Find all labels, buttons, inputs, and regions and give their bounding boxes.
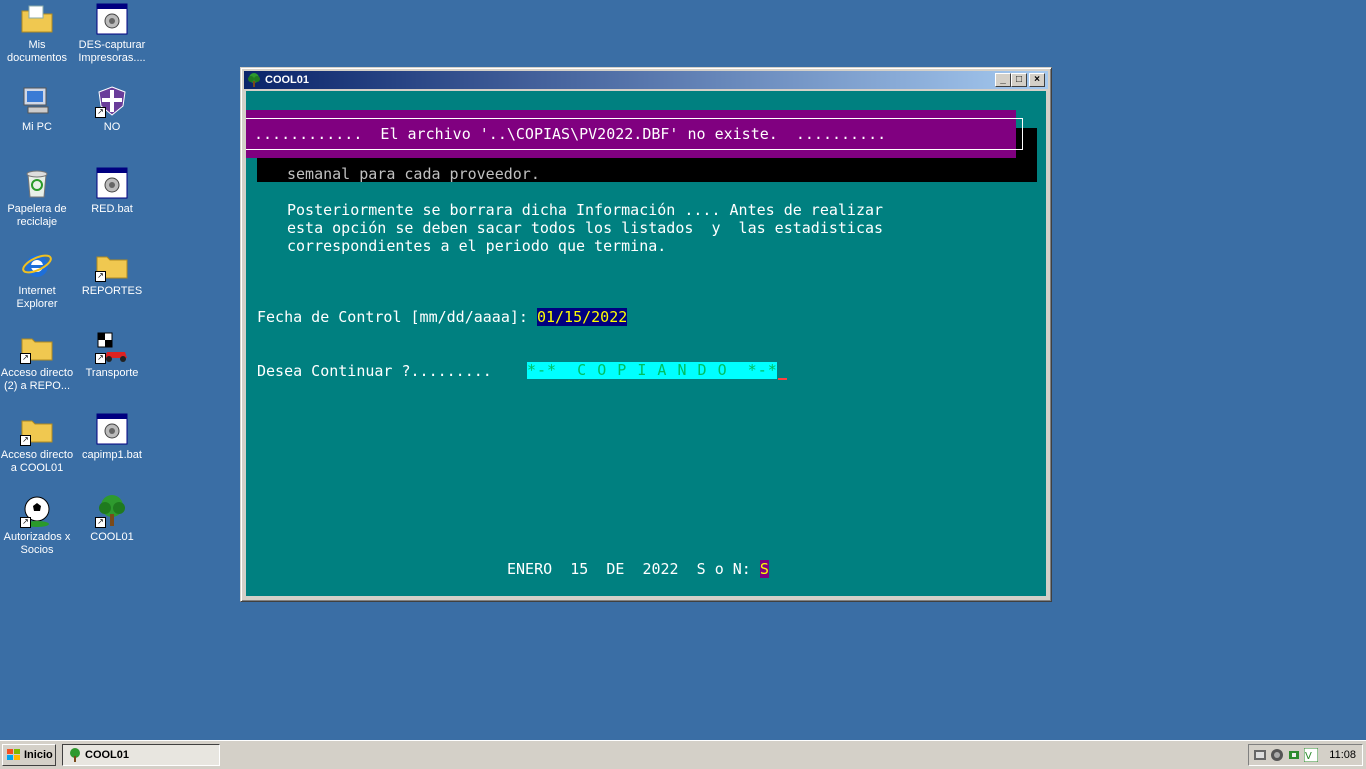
desea-label: Desea Continuar ?......... [257, 362, 492, 380]
desktop-icon[interactable]: ↗ Transporte [75, 330, 149, 380]
antivirus-icon[interactable] [1270, 748, 1284, 762]
desktop-icon-label: DES-capturar Impresoras.... [78, 39, 146, 64]
network-icon[interactable] [1287, 748, 1301, 762]
window-title: COOL01 [265, 74, 310, 86]
batch-file-icon [95, 2, 129, 36]
semanal-line: semanal para cada proveedor. [287, 165, 540, 183]
error-message: ............ El archivo '..\COPIAS\PV202… [246, 118, 1023, 150]
start-button[interactable]: Inicio [2, 744, 56, 766]
system-tray: V 11:08 [1248, 744, 1363, 766]
tree-icon [70, 748, 80, 762]
son-answer-input[interactable]: S [759, 560, 769, 578]
race-car-icon: ↗ [95, 330, 129, 364]
desktop-icon-label: NO [103, 121, 121, 133]
status-row: ENERO 15 DE 2022 S o N: S [507, 560, 769, 578]
error-dialog: ............ El archivo '..\COPIAS\PV202… [246, 110, 1023, 158]
recycle-bin-icon [20, 166, 54, 200]
copiando-status: *-* C O P I A N D O *-* [527, 361, 778, 379]
paragraph-line-2: esta opción se deben sacar todos los lis… [287, 219, 884, 237]
vmware-icon[interactable] [1253, 748, 1267, 762]
folder-shortcut-icon: ↗ [95, 248, 129, 282]
paragraph-line-3: correspondientes a el periodo que termin… [287, 237, 667, 255]
desktop-icon[interactable]: ↗ COOL01 [75, 494, 149, 544]
desktop-icon-label: RED.bat [91, 203, 133, 215]
folder-shortcut-icon: ↗ [20, 412, 54, 446]
desktop-icon[interactable]: RED.bat [75, 166, 149, 216]
desktop-icon[interactable]: ↗ NO [75, 84, 149, 134]
shortcut-arrow-icon: ↗ [20, 353, 31, 364]
shortcut-arrow-icon: ↗ [95, 271, 106, 282]
desktop-icon[interactable]: capimp1.bat [75, 412, 149, 462]
desktop-icon[interactable]: DES-capturar Impresoras.... [75, 2, 149, 65]
console-screen[interactable]: ............ El archivo '..\COPIAS\PV202… [246, 91, 1046, 596]
fecha-input[interactable]: 01/15/2022 [536, 308, 628, 326]
shortcut-arrow-icon: ↗ [20, 435, 31, 446]
text-cursor [778, 378, 787, 380]
shortcut-arrow-icon: ↗ [95, 517, 106, 528]
desktop-icon-label: Acceso directo a COOL01 [0, 449, 74, 474]
batch-file-icon [95, 412, 129, 446]
taskbar-item-label: COOL01 [85, 749, 130, 761]
desktop-icon-label: Mi PC [22, 121, 52, 133]
computer-icon [20, 84, 54, 118]
svg-text:V: V [1305, 751, 1312, 762]
paragraph-line-1: Posteriormente se borrara dicha Informac… [287, 201, 884, 219]
soccer-ball-icon: ↗ [20, 494, 54, 528]
minimize-button[interactable]: _ [995, 73, 1011, 87]
cool01-window[interactable]: COOL01 _ □ × ............ El archivo '..… [240, 67, 1052, 602]
internet-explorer-icon [20, 248, 54, 282]
desktop-icon-label: Papelera de reciclaje [7, 203, 67, 228]
folder-documents-icon [20, 2, 54, 36]
windows-logo-icon [7, 749, 20, 760]
v2-icon[interactable]: V [1304, 748, 1318, 762]
desktop-icon[interactable]: Mi PC [0, 84, 74, 134]
shortcut-arrow-icon: ↗ [20, 517, 31, 528]
clock: 11:08 [1329, 749, 1356, 761]
desktop-icon[interactable]: ↗ Autorizados x Socios [0, 494, 74, 557]
desktop-icon-label: Transporte [85, 367, 139, 379]
desktop-icon-label: Internet Explorer [16, 285, 58, 310]
status-date: ENERO 15 DE 2022 S o N: [507, 560, 760, 578]
desktop-icon[interactable]: ↗ REPORTES [75, 248, 149, 298]
fecha-label: Fecha de Control [mm/dd/aaaa]: [257, 308, 537, 326]
desktop-icon[interactable]: Mis documentos [0, 2, 74, 65]
desktop-icon-label: COOL01 [90, 531, 134, 543]
shortcut-arrow-icon: ↗ [95, 353, 106, 364]
desktop-icon-label: Acceso directo (2) a REPO... [0, 367, 74, 392]
maximize-button[interactable]: □ [1011, 73, 1027, 87]
folder-shortcut-icon: ↗ [20, 330, 54, 364]
taskbar: Inicio COOL01 V 11:08 [0, 740, 1366, 769]
tree-icon: ↗ [95, 494, 129, 528]
start-label: Inicio [24, 749, 53, 761]
shortcut-arrow-icon: ↗ [95, 107, 106, 118]
taskbar-item-cool01[interactable]: COOL01 [62, 744, 220, 766]
fecha-row: Fecha de Control [mm/dd/aaaa]: 01/15/202… [257, 308, 628, 326]
batch-file-icon [95, 166, 129, 200]
close-button[interactable]: × [1029, 73, 1045, 87]
desktop-icon-label: capimp1.bat [82, 449, 142, 461]
shield-shortcut-icon: ↗ [95, 84, 129, 118]
tree-icon [248, 73, 260, 87]
desktop-icon[interactable]: Papelera de reciclaje [0, 166, 74, 229]
desktop-icon[interactable]: ↗ Acceso directo (2) a REPO... [0, 330, 74, 393]
desktop-icon-label: Mis documentos [7, 39, 67, 64]
desktop-icon[interactable]: ↗ Acceso directo a COOL01 [0, 412, 74, 475]
window-titlebar[interactable]: COOL01 _ □ × [244, 71, 1048, 89]
desktop-icon-label: REPORTES [81, 285, 143, 297]
desktop-icon[interactable]: Internet Explorer [0, 248, 74, 311]
desktop-icon-label: Autorizados x Socios [3, 531, 71, 556]
